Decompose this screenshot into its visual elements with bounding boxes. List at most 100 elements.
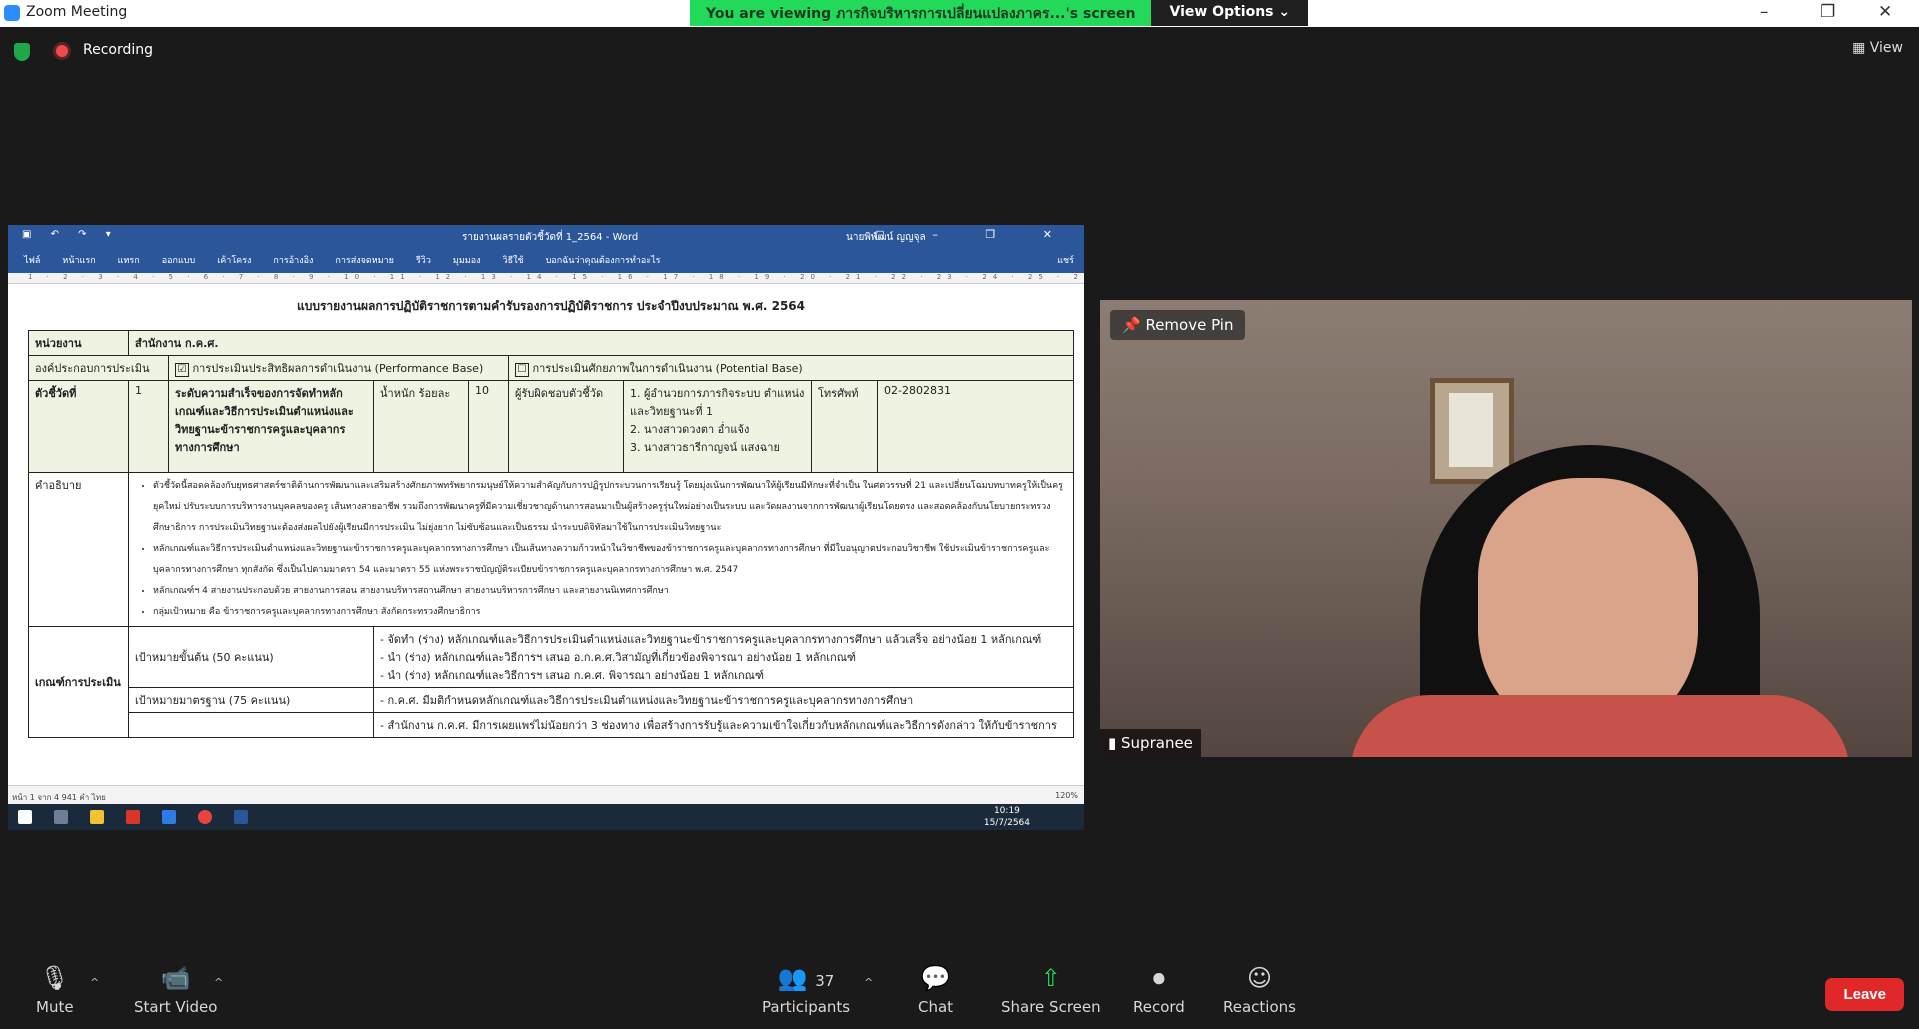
word-tab: ไฟล์ [24,256,41,266]
microphone-icon: 🎙 [39,964,71,992]
restore-button[interactable]: ❐ [1820,2,1835,22]
start-video-label: Start Video [134,998,218,1016]
share-banner: You are viewing ภารกิจบริหารการเปลี่ยนแป… [690,0,1309,26]
chrome-icon [198,810,212,824]
task-view-icon [54,810,68,824]
criteria-label: เกณฑ์การประเมิน [35,676,121,689]
perf-label: การประเมินประสิทธิผลการดำเนินงาน (Perfor… [192,362,484,375]
resp-label: ผู้รับผิดชอบตัวชี้วัด [508,380,624,473]
desc-item: หลักเกณฑ์และวิธีการประเมินตำแหน่งและวิทย… [153,539,1067,581]
pin-icon: 📌 [1122,316,1146,334]
chat-label: Chat [918,998,954,1016]
goal1-item: - นำ (ร่าง) หลักเกณฑ์และวิธีการฯ เสนอ ก.… [380,669,764,682]
word-tab: แทรก [117,256,140,266]
mute-button[interactable]: 🎙 Mute [36,964,74,1016]
goal1-label: เป้าหมายขั้นต้น (50 คะแนน) [128,626,374,688]
desc-item: ตัวชี้วัดนี้สอดคล้องกับยุทธศาสตร์ชาติด้า… [153,476,1067,539]
grid-icon: ▦ [1852,40,1870,56]
agency-value: สำนักงาน ก.ค.ศ. [135,337,219,350]
word-zoom-level: 120% [1055,791,1078,800]
goal2-label: เป้าหมายมาตรฐาน (75 คะแนน) [128,687,374,713]
desc-cell: ตัวชี้วัดนี้สอดคล้องกับยุทธศาสตร์ชาติด้า… [127,472,1075,627]
word-ruler: 1 · 2 · 3 · 4 · 5 · 6 · 7 · 8 · 9 · 10 ·… [8,273,1084,284]
reactions-label: Reactions [1223,998,1296,1016]
weight-value: 10 [468,380,509,473]
remove-pin-button[interactable]: 📌 Remove Pin [1110,310,1246,340]
resp-name: 2. นางสาวดวงตา อ่ำแจ้ง [630,423,750,436]
encryption-shield-icon[interactable] [14,43,30,61]
chat-button[interactable]: 💬 Chat [918,964,953,1016]
pot-checkbox: ☐ [515,363,529,377]
resp-name: 1. ผู้อำนวยการภารกิจระบบ ตำแหน่งและวิทยฐ… [630,387,805,418]
record-label: Record [1133,998,1185,1016]
word-share: แชร์ [1057,256,1074,266]
participant-name: Supranee [1121,734,1193,752]
word-ribbon-tabs: ไฟล์ หน้าแรก แทรก ออกแบบ เค้าโครง การอ้า… [8,247,1084,273]
word-tell-me: บอกฉันว่าคุณต้องการทำอะไร [545,256,661,266]
minimize-button[interactable]: – [1760,2,1769,22]
zoom-logo-icon [4,5,20,21]
desc-item: กลุ่มเป้าหมาย คือ ข้าราชการครูและบุคลากร… [153,602,1067,623]
share-screen-button[interactable]: ⇧ Share Screen [1001,964,1101,1016]
signal-icon: ▮ [1108,734,1122,752]
view-options-button[interactable]: View Options ⌄ [1151,0,1309,26]
view-button[interactable]: ▦ View [1852,40,1903,56]
file-explorer-icon [90,810,104,824]
video-options-caret[interactable]: ^ [214,976,223,989]
agency-value-cell: สำนักงาน ก.ค.ศ. [127,330,1075,356]
participants-caret[interactable]: ^ [864,976,873,989]
word-tab: การส่งจดหมาย [335,256,394,266]
word-tab: วิธีใช้ [502,256,524,266]
indicator-label: ตัวชี้วัดที่ [35,387,77,400]
word-tab: มุมมอง [452,256,481,266]
phone-value: 02-2802831 [876,380,1075,473]
pot-label: การประเมินศักยภาพในการดำเนินงาน (Potenti… [532,362,803,375]
participant-scarf [1350,695,1850,757]
word-tab: รีวิว [415,256,431,266]
perf-cell: ☑ การประเมินประสิทธิผลการดำเนินงาน (Perf… [168,355,509,381]
perf-checkbox: ☑ [175,363,189,377]
windows-start-icon [18,810,32,824]
windows-taskbar: 10:19 15/7/2564 [8,804,1084,830]
reactions-button[interactable]: ☺ Reactions [1223,964,1296,1016]
word-tab: ออกแบบ [161,256,196,266]
pot-cell: ☐ การประเมินศักยภาพในการดำเนินงาน (Poten… [507,355,1075,381]
start-video-button[interactable]: 📹 Start Video [134,964,217,1016]
agency-label-cell: หน่วยงาน [28,330,129,356]
leave-button[interactable]: Leave [1825,978,1904,1011]
goal3-label [128,712,374,738]
goal1-cell: - จัดทำ (ร่าง) หลักเกณฑ์และวิธีการประเมิ… [372,626,1075,688]
indicator-text: ระดับความสำเร็จของการจัดทำหลักเกณฑ์และวิ… [175,387,354,454]
app-icon [162,810,176,824]
participants-count: 37 [815,972,835,990]
phone-label: โทรศัพท์ [811,380,878,473]
record-icon: ⏺ [1152,964,1165,992]
word-icon [234,810,248,824]
weight-label: น้ำหนัก ร้อยละ [373,380,469,473]
window-title: Zoom Meeting [26,4,128,20]
goal1-item: - นำ (ร่าง) หลักเกณฑ์และวิธีการฯ เสนอ อ.… [380,651,857,664]
close-button[interactable]: ✕ [1878,2,1892,22]
record-button[interactable]: ⏺ Record [1133,964,1185,1016]
doc-title: แบบรายงานผลการปฏิบัติราชการตามคำรับรองกา… [296,299,805,313]
indicator-text-cell: ระดับความสำเร็จของการจัดทำหลักเกณฑ์และวิ… [168,380,374,473]
viewing-screen-label: You are viewing ภารกิจบริหารการเปลี่ยนแป… [690,0,1152,26]
audio-options-caret[interactable]: ^ [90,976,99,989]
word-tab: การอ้างอิง [273,256,314,266]
indicator-label-cell: ตัวชี้วัดที่ [28,380,129,473]
taskbar-clock: 10:19 15/7/2564 [984,805,1030,829]
desc-list: ตัวชี้วัดนี้สอดคล้องกับยุทธศาสตร์ชาติด้า… [135,476,1067,623]
remove-pin-label: Remove Pin [1145,316,1234,334]
assess-label: องค์ประกอบการประเมิน [28,355,169,381]
goal3-item: - สำนักงาน ก.ค.ศ. มีการเผยแพร่ไม่น้อยกว่… [372,712,1075,738]
word-status-left: หน้า 1 จาก 4 941 คำ ไทย [12,793,106,802]
recording-dot-icon [56,45,68,57]
participants-icon: 👥 37 [777,964,835,992]
share-screen-icon: ⇧ [1040,964,1061,992]
word-document-page: แบบรายงานผลการปฏิบัติราชการตามคำรับรองกา… [20,285,1082,785]
share-screen-label: Share Screen [1001,998,1101,1016]
portrait-image [1449,393,1493,467]
indicator-no: 1 [128,380,169,473]
participant-video-tile[interactable]: 📌 Remove Pin ▮ Supranee [1100,300,1912,757]
participants-button[interactable]: 👥 37 Participants [762,964,850,1016]
